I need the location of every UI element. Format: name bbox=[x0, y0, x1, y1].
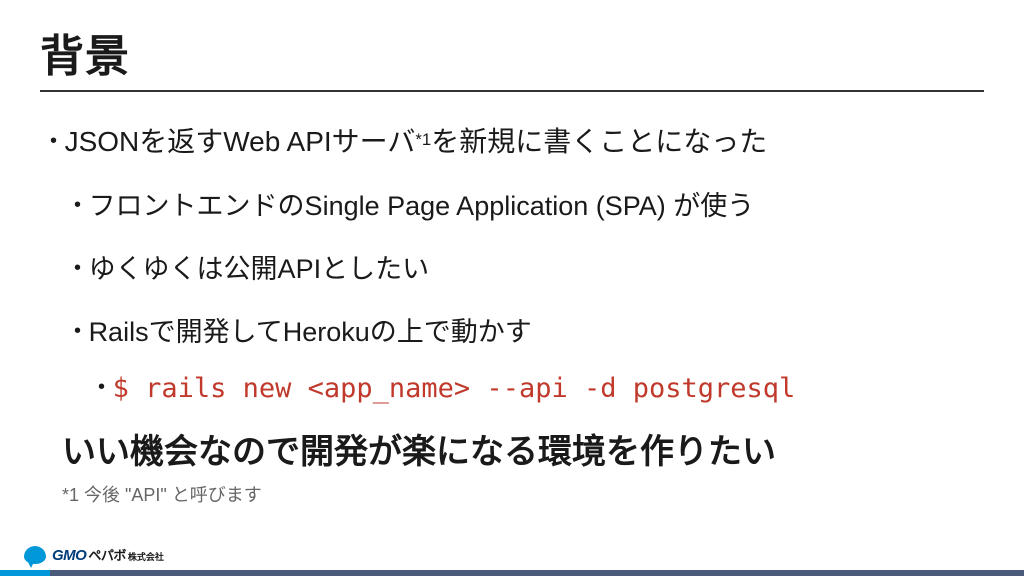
bullet-1-post: を新規に書くことになった bbox=[431, 126, 767, 157]
logo-bubble-icon bbox=[24, 546, 46, 564]
logo-gmo: GMO bbox=[52, 547, 86, 564]
footer: GMO ペパボ 株式会社 bbox=[0, 545, 1024, 576]
bullet-2: フロントエンドのSingle Page Application (SPA) が使… bbox=[50, 184, 984, 223]
bullet-4: Railsで開発してHerokuの上で動かす bbox=[50, 310, 984, 349]
bullet-1: JSONを返すWeb APIサーバ*1を新規に書くことになった bbox=[50, 120, 984, 160]
bullet-5: $ rails new <app_name> --api -d postgres… bbox=[50, 373, 984, 404]
footer-bar bbox=[0, 570, 1024, 576]
logo-text: GMO ペパボ 株式会社 bbox=[52, 545, 164, 564]
emphasis-line: いい機会なので開発が楽になる環境を作りたい bbox=[50, 424, 984, 473]
bullet-3: ゆくゆくは公開APIとしたい bbox=[50, 247, 984, 286]
bullet-1-sup: *1 bbox=[415, 130, 431, 149]
bullet-1-pre: JSONを返すWeb APIサーバ bbox=[65, 126, 416, 157]
footer-logo: GMO ペパボ 株式会社 bbox=[0, 545, 1024, 570]
slide-content: JSONを返すWeb APIサーバ*1を新規に書くことになった フロントエンドの… bbox=[40, 120, 984, 507]
logo-pepabo: ペパボ bbox=[88, 545, 126, 564]
bullet-5-code: $ rails new <app_name> --api -d postgres… bbox=[113, 373, 796, 404]
slide-title: 背景 bbox=[40, 20, 984, 92]
footnote: *1 今後 "API" と呼びます bbox=[50, 481, 984, 507]
logo-kk: 株式会社 bbox=[128, 550, 164, 563]
